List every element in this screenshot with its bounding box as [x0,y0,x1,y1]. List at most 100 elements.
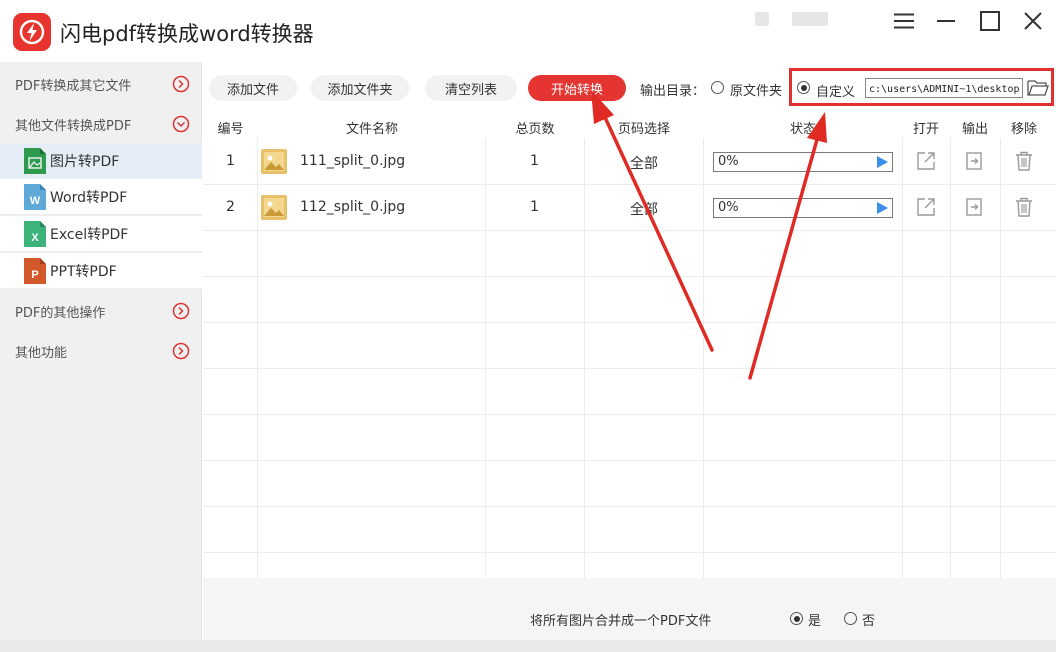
output-path-input[interactable]: c:\users\ADMINI~1\desktop [865,78,1023,98]
menu-icon[interactable] [888,8,920,34]
row-number: 1 [226,153,235,169]
app-logo-icon [13,13,51,51]
word-file-icon: W [24,183,46,210]
output-original-radio[interactable] [711,81,724,94]
column-header-status: 状态 [789,122,816,137]
row-divider [203,552,1056,553]
chevron-right-icon [172,342,190,360]
row-number: 2 [226,199,235,215]
open-icon[interactable] [916,197,936,221]
progress-percent: 0% [718,200,739,215]
table-row[interactable]: 2 112_split_0.jpg 1 全部 0% [203,184,1056,230]
page-range-select[interactable]: 全部 [584,199,704,219]
sidebar-item-label: Word转PDF [50,189,128,206]
output-path-value: c:\users\ADMINI~1\desktop [869,84,1020,95]
excel-file-icon: X [24,220,46,247]
chevron-right-icon [172,302,190,320]
svg-text:W: W [30,195,41,207]
add-file-button[interactable]: 添加文件 [209,75,297,101]
sidebar-category-pdf-other-ops[interactable]: PDF的其他操作 [0,292,202,330]
output-custom-label[interactable]: 自定义 [816,81,855,100]
image-thumbnail-icon [261,195,287,224]
merge-no-label[interactable]: 否 [862,610,875,629]
progress-bar: 0% [713,152,893,172]
maximize-icon[interactable] [974,8,1006,34]
chevron-down-icon [172,115,190,133]
sidebar-item-label: 图片转PDF [50,153,120,170]
sidebar-item-image-to-pdf[interactable]: 图片转PDF [0,143,202,179]
merge-no-radio[interactable] [844,612,857,625]
row-divider [203,322,1056,323]
row-divider [203,460,1056,461]
sidebar-category-other-to-pdf[interactable]: 其他文件转换成PDF [0,105,202,143]
sidebar-category-label: 其他文件转换成PDF [15,118,132,134]
title-bar: 闪电pdf转换成word转换器 [0,0,1056,62]
image-file-icon [24,147,46,174]
page-count: 1 [530,199,539,215]
svg-text:P: P [31,269,38,281]
output-original-label[interactable]: 原文件夹 [730,80,782,99]
file-name: 111_split_0.jpg [300,153,406,169]
file-table-header: 编号 文件名称 总页数 页码选择 状态 打开 输出 移除 [203,114,1056,138]
page-count: 1 [530,153,539,169]
sidebar: PDF转换成其它文件 其他文件转换成PDF 图片转PDF W Word转PDF … [0,62,202,640]
column-header-output: 输出 [961,122,988,137]
column-header-filename: 文件名称 [345,122,398,137]
page-range-select[interactable]: 全部 [584,153,704,173]
sidebar-category-label: 其他功能 [15,345,68,361]
folder-open-icon[interactable] [1027,77,1049,101]
trash-icon[interactable] [1015,197,1033,221]
row-divider [203,276,1056,277]
column-header-pages: 总页数 [515,122,555,137]
row-divider [203,230,1056,231]
toolbar: 添加文件 添加文件夹 清空列表 开始转换 输出目录： 原文件夹 自定义 c:\u… [203,62,1056,114]
sidebar-item-ppt-to-pdf[interactable]: P PPT转PDF [0,253,202,289]
progress-bar: 0% [713,198,893,218]
column-header-number: 编号 [217,122,244,137]
sidebar-category-label: PDF的其他操作 [15,305,106,321]
clear-list-button[interactable]: 清空列表 [425,75,517,101]
user-avatar [755,12,769,26]
merge-yes-radio[interactable] [790,612,803,625]
column-header-remove: 移除 [1010,122,1037,137]
app-title: 闪电pdf转换成word转换器 [60,22,314,46]
custom-output-box: 自定义 c:\users\ADMINI~1\desktop [789,68,1054,106]
chevron-right-icon [172,75,190,93]
open-icon[interactable] [916,151,936,175]
output-icon[interactable] [966,198,984,220]
sidebar-item-word-to-pdf[interactable]: W Word转PDF [0,179,202,215]
play-icon[interactable] [877,202,888,214]
sidebar-item-label: Excel转PDF [50,226,129,243]
minimize-icon[interactable] [930,8,962,34]
row-divider [203,414,1056,415]
close-icon[interactable] [1017,8,1049,34]
add-folder-button[interactable]: 添加文件夹 [311,75,409,101]
trash-icon[interactable] [1015,151,1033,175]
sidebar-category-label: PDF转换成其它文件 [15,78,132,94]
sidebar-item-label: PPT转PDF [50,263,117,280]
svg-text:X: X [31,232,39,244]
column-header-open: 打开 [912,122,939,137]
merge-label: 将所有图片合并成一个PDF文件 [530,614,712,629]
row-divider [203,368,1056,369]
ppt-file-icon: P [24,257,46,284]
play-icon[interactable] [877,156,888,168]
sidebar-item-excel-to-pdf[interactable]: X Excel转PDF [0,216,202,252]
output-dir-label: 输出目录： [640,84,706,99]
sidebar-category-pdf-to-other[interactable]: PDF转换成其它文件 [0,65,202,103]
user-name [792,12,828,26]
start-convert-button[interactable]: 开始转换 [528,75,626,101]
sidebar-category-other-functions[interactable]: 其他功能 [0,332,202,370]
column-header-page-range: 页码选择 [617,122,670,137]
table-row[interactable]: 1 111_split_0.jpg 1 全部 0% [203,138,1056,184]
row-divider [203,506,1056,507]
file-name: 112_split_0.jpg [300,199,406,215]
merge-options-bar: 将所有图片合并成一个PDF文件 是 否 [203,578,1056,640]
merge-yes-label[interactable]: 是 [808,610,821,629]
window-bottom-edge [0,640,1056,652]
output-custom-radio[interactable] [797,81,810,94]
progress-percent: 0% [718,154,739,169]
file-table: 1 111_split_0.jpg 1 全部 0% 2 112_split_0.… [203,138,1056,578]
output-icon[interactable] [966,152,984,174]
image-thumbnail-icon [261,149,287,178]
